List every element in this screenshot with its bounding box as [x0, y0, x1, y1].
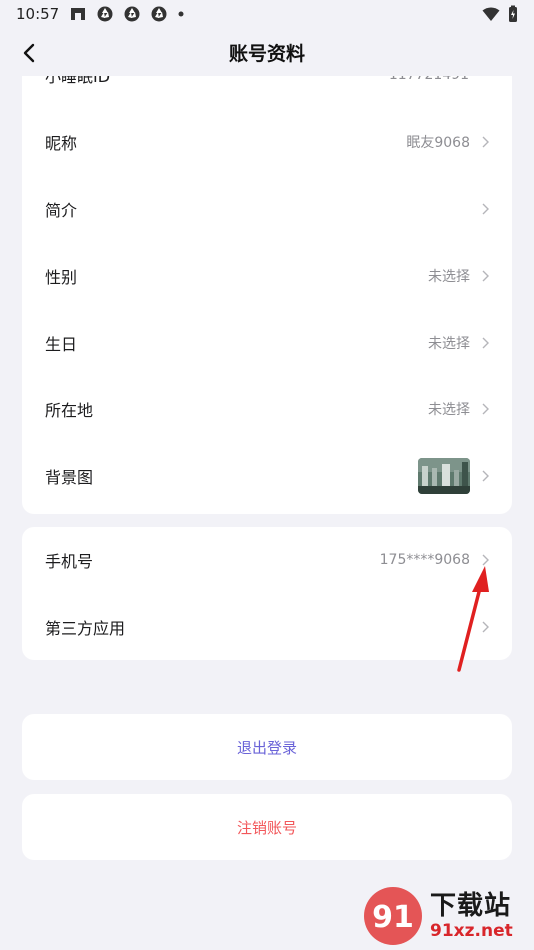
watermark-logo-icon: 91 [364, 887, 422, 945]
chevron-right-icon [482, 270, 489, 282]
row-label: 性别 [45, 268, 78, 287]
deregister-account-button[interactable]: 注销账号 [22, 794, 512, 860]
row-location[interactable]: 所在地 未选择 [22, 376, 512, 442]
row-value: 117721491 [389, 76, 469, 83]
site-watermark: 91 下载站 91xz.net [362, 882, 534, 950]
chevron-right-icon [482, 203, 489, 215]
chevron-right-icon [482, 136, 489, 148]
content-scroll-area[interactable]: 小睡眠ID 117721491 昵称 眠友9068 简介 性别 未选择 [0, 76, 534, 950]
row-label: 手机号 [45, 552, 94, 571]
row-value: 眠友9068 [406, 135, 470, 151]
notification-app-icon [71, 8, 86, 20]
row-label: 生日 [45, 335, 78, 354]
row-label: 所在地 [45, 401, 94, 420]
row-value: 未选择 [428, 336, 470, 352]
row-label: 简介 [45, 201, 78, 220]
row-label: 背景图 [45, 468, 94, 487]
notification-aperture-icon [124, 6, 140, 22]
chevron-right-icon [482, 337, 489, 349]
wifi-icon [482, 7, 500, 21]
status-time: 10:57 [16, 5, 60, 23]
row-value: 175****9068 [379, 552, 470, 568]
back-button[interactable] [14, 38, 44, 68]
row-value: 未选择 [428, 402, 470, 418]
row-nickname[interactable]: 昵称 眠友9068 [22, 109, 512, 175]
row-value: 未选择 [428, 269, 470, 285]
chevron-left-icon [23, 43, 35, 63]
row-label: 昵称 [45, 134, 78, 153]
contact-info-card: 手机号 175****9068 第三方应用 [22, 527, 512, 660]
chevron-right-icon [482, 470, 489, 482]
notification-aperture-icon [151, 6, 167, 22]
battery-icon [509, 5, 517, 22]
page-title: 账号资料 [228, 42, 305, 65]
chevron-right-icon [482, 403, 489, 415]
profile-info-card: 小睡眠ID 117721491 昵称 眠友9068 简介 性别 未选择 [22, 76, 512, 514]
status-notification-icons [69, 5, 185, 23]
status-bar: 10:57 [0, 0, 534, 28]
row-third-party-apps[interactable]: 第三方应用 [22, 594, 512, 660]
row-birthday[interactable]: 生日 未选择 [22, 310, 512, 376]
row-label: 第三方应用 [45, 619, 126, 638]
row-label: 小睡眠ID [45, 76, 111, 86]
notification-aperture-icon [97, 6, 113, 22]
row-phone-number[interactable]: 手机号 175****9068 [22, 527, 512, 593]
logout-button[interactable]: 退出登录 [22, 714, 512, 780]
chevron-right-icon [482, 621, 489, 633]
svg-text:91: 91 [372, 900, 414, 935]
more-notifications-dot-icon [178, 11, 184, 17]
row-sleep-id: 小睡眠ID 117721491 [22, 76, 512, 108]
row-gender[interactable]: 性别 未选择 [22, 243, 512, 309]
watermark-cn-text: 下载站 [430, 890, 512, 921]
background-image-thumbnail [418, 458, 470, 494]
navigation-bar: 账号资料 [0, 28, 534, 76]
watermark-en-text: 91xz.net [430, 920, 513, 941]
chevron-right-icon [482, 554, 489, 566]
row-background-image[interactable]: 背景图 [22, 443, 512, 509]
row-bio[interactable]: 简介 [22, 176, 512, 242]
